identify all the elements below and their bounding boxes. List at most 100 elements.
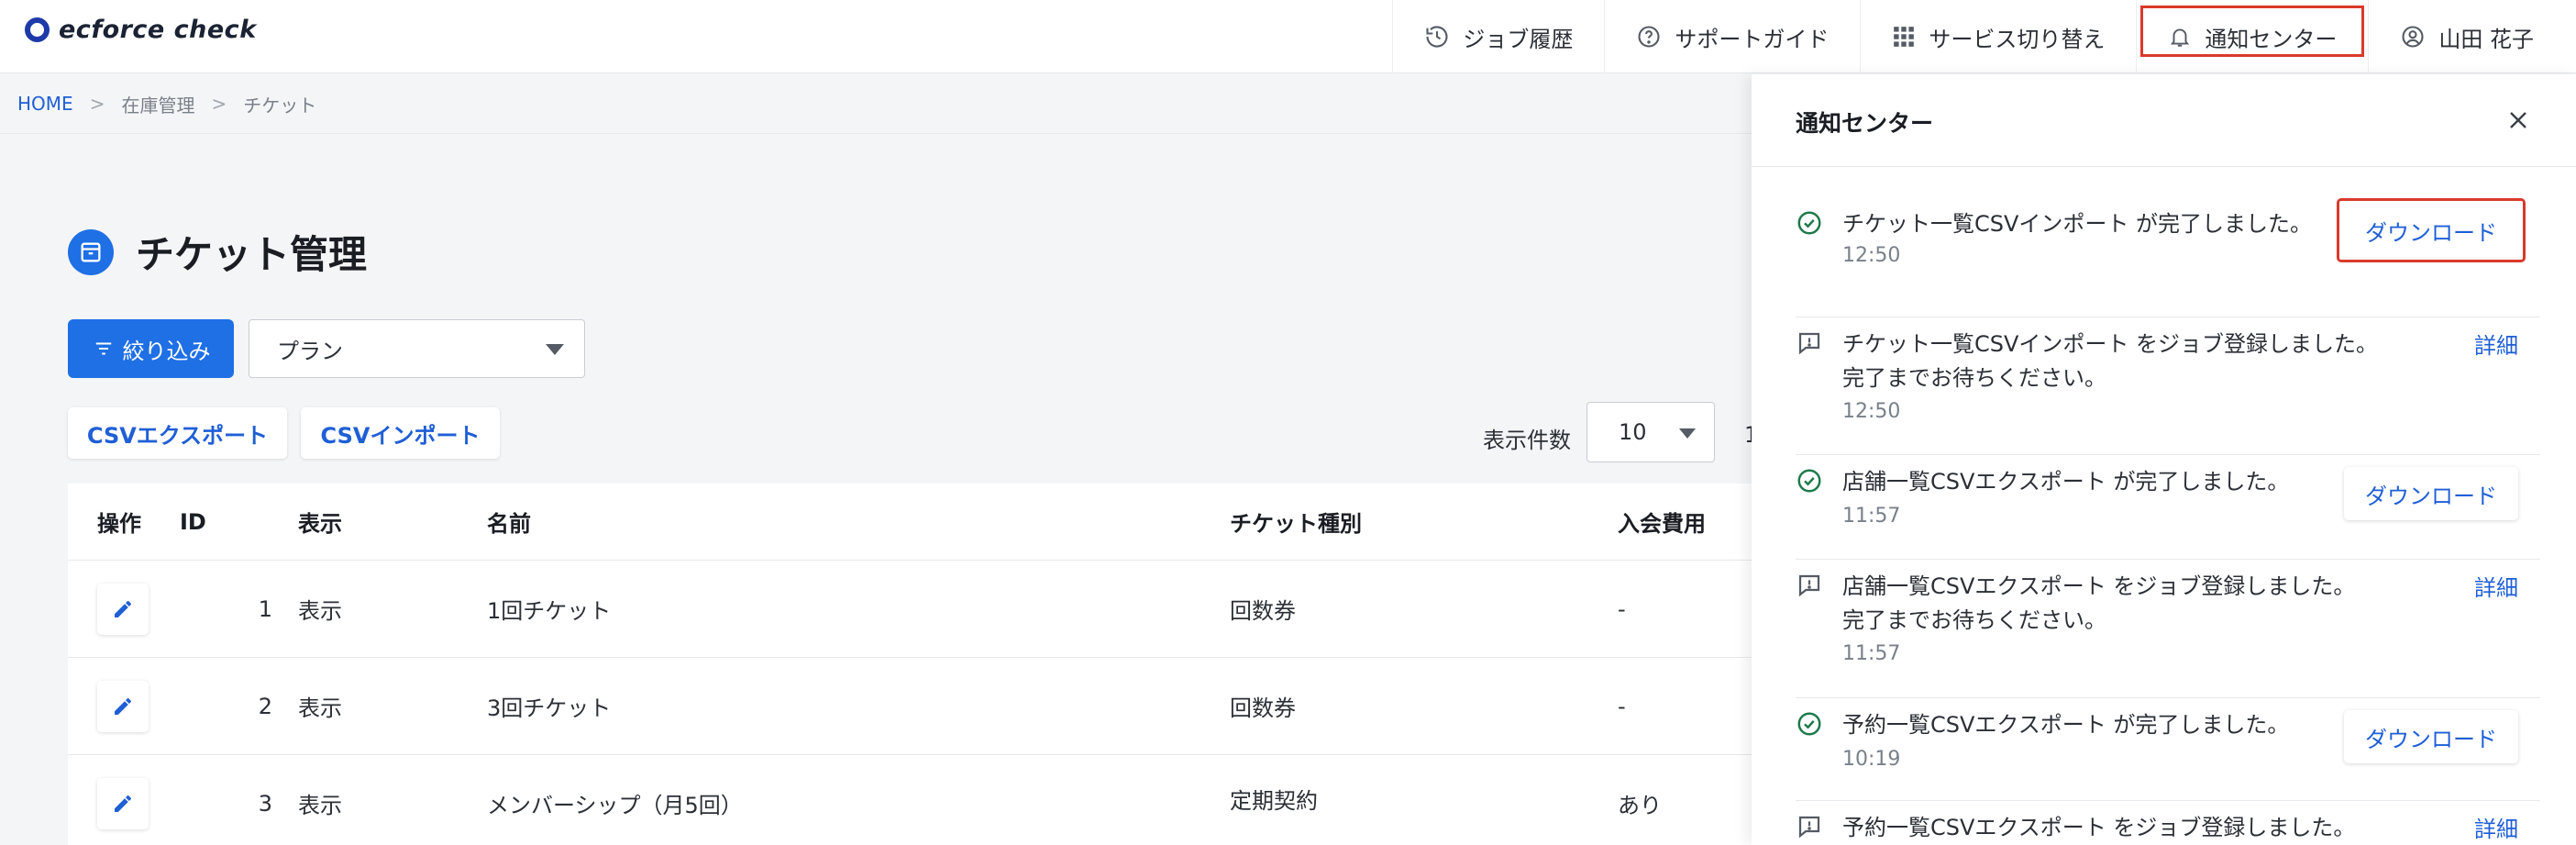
edit-button[interactable] <box>97 583 149 635</box>
check-circle-icon <box>1797 469 1821 493</box>
cell-name: 1回チケット <box>487 598 612 624</box>
chevron-right-icon: > <box>89 93 105 115</box>
notification-time: 12:50 <box>1842 244 1901 267</box>
col-header-display[interactable]: 表示 <box>298 506 487 538</box>
cell-id: 1 <box>258 595 272 622</box>
notification-panel-header: 通知センター <box>1752 74 2576 167</box>
nav-user-menu[interactable]: 山田 花子 <box>2368 0 2576 73</box>
chevron-right-icon: > <box>211 93 227 115</box>
notification-panel: 通知センター チケット一覧CSVインポート が完了しました。 12:50 ダウン… <box>1752 74 2576 845</box>
caret-down-icon <box>546 344 564 355</box>
header-nav: ジョブ履歴 サポートガイド サービス切り替え 通知センター 山田 花子 <box>1392 0 2576 73</box>
message-alert-icon <box>1798 816 1820 839</box>
col-header-ticket-type[interactable]: チケット種別 <box>1230 506 1618 538</box>
nav-notification-center[interactable]: 通知センター <box>2136 0 2368 73</box>
message-alert-icon <box>1798 574 1820 597</box>
logo-ring-icon <box>25 17 50 42</box>
notification-message: 予約一覧CSVエクスポート をジョブ登録しました。 <box>1842 815 2356 840</box>
filter-icon <box>95 342 111 355</box>
detail-link[interactable]: 詳細 <box>2474 811 2518 843</box>
cell-admission-fee: あり <box>1618 793 1662 818</box>
notification-item: チケット一覧CSVインポート が完了しました。 12:50 ダウンロード <box>1796 198 2540 317</box>
nav-service-switch[interactable]: サービス切り替え <box>1860 0 2136 73</box>
notification-item: 予約一覧CSVエクスポート をジョブ登録しました。 詳細 <box>1796 802 2540 845</box>
nav-label: 通知センター <box>2205 26 2338 52</box>
close-icon[interactable] <box>2504 106 2533 135</box>
pagesize-label: 表示件数 <box>1483 428 1571 453</box>
row-actions <box>68 583 171 635</box>
pencil-icon <box>115 600 131 617</box>
caret-down-icon <box>1679 428 1696 439</box>
col-header-id[interactable]: ID <box>171 509 298 535</box>
detail-link[interactable]: 詳細 <box>2474 328 2518 360</box>
notification-item: 予約一覧CSVエクスポート が完了しました。 10:19 ダウンロード <box>1796 699 2540 801</box>
nav-label: サービス切り替え <box>1929 26 2106 52</box>
cell-name: メンバーシップ（月5回） <box>487 793 743 818</box>
notification-time: 11:57 <box>1842 642 1901 665</box>
cell-admission-fee: - <box>1618 595 1626 622</box>
nav-label: サポートガイド <box>1675 26 1830 52</box>
csv-import-button[interactable]: CSVインポート <box>301 407 500 459</box>
detail-link[interactable]: 詳細 <box>2474 570 2518 602</box>
cell-id: 3 <box>258 790 272 817</box>
row-actions <box>68 777 171 829</box>
notification-time: 10:19 <box>1842 748 1901 771</box>
download-button[interactable]: ダウンロード <box>2344 467 2518 520</box>
notification-message-sub: 完了までお待ちください。 <box>1842 607 2106 633</box>
col-header-name[interactable]: 名前 <box>487 506 1230 538</box>
archive-icon <box>68 228 114 275</box>
col-header-actions: 操作 <box>97 511 141 537</box>
notification-message-sub: 完了までお待ちください。 <box>1842 365 2106 391</box>
cell-ticket-type: 回数券 <box>1230 598 1296 624</box>
cell-name: 3回チケット <box>487 695 612 721</box>
cell-id: 2 <box>258 693 272 719</box>
cell-ticket-type: 定期契約 <box>1230 788 1318 814</box>
csv-export-button[interactable]: CSVエクスポート <box>68 407 287 459</box>
cell-display: 表示 <box>298 598 342 624</box>
pagesize-value: 10 <box>1619 419 1647 445</box>
nav-label: 山田 花子 <box>2438 26 2534 52</box>
pencil-icon <box>115 795 131 812</box>
download-button[interactable]: ダウンロード <box>2344 710 2518 763</box>
cell-ticket-type: 回数券 <box>1230 695 1296 721</box>
nav-job-history[interactable]: ジョブ履歴 <box>1393 0 1604 73</box>
message-alert-icon <box>1798 332 1820 355</box>
pencil-icon <box>115 697 131 715</box>
notification-message: 予約一覧CSVエクスポート が完了しました。 <box>1842 712 2290 738</box>
notification-time: 11:57 <box>1842 505 1901 528</box>
notification-message: チケット一覧CSVインポート をジョブ登録しました。 <box>1842 331 2379 357</box>
notification-message: 店舗一覧CSVエクスポート をジョブ登録しました。 <box>1842 573 2356 599</box>
check-circle-icon <box>1797 712 1821 736</box>
main-content: チケット管理 絞り込み プラン CSVエクスポート CSVインポート 表示件数 … <box>0 134 1758 845</box>
edit-button[interactable] <box>97 777 149 829</box>
pagesize-select[interactable]: 10 <box>1587 402 1715 462</box>
cell-display: 表示 <box>298 793 342 818</box>
user-circle-icon <box>2402 26 2424 48</box>
col-header-admission-fee[interactable]: 入会費用 <box>1618 506 1752 538</box>
notification-time: 12:50 <box>1842 400 1901 423</box>
logo[interactable]: ecforce check <box>25 13 257 46</box>
notification-message: 店舗一覧CSVエクスポート が完了しました。 <box>1842 469 2290 495</box>
table-header: 操作 ID 表示 名前 チケット種別 入会費用 <box>68 484 1752 561</box>
breadcrumb-home[interactable]: HOME <box>17 93 73 115</box>
history-icon <box>1426 26 1448 48</box>
breadcrumb-inventory[interactable]: 在庫管理 <box>121 91 194 117</box>
table-row: 3 表示 メンバーシップ（月5回） 定期契約 あり <box>68 755 1752 845</box>
row-actions <box>68 680 171 732</box>
grid-icon <box>1894 27 1915 47</box>
download-button[interactable]: ダウンロード <box>2337 198 2526 262</box>
notification-item: チケット一覧CSVインポート をジョブ登録しました。 完了までお待ちください。 … <box>1796 318 2540 455</box>
logo-text: ecforce check <box>59 15 257 44</box>
notification-message: チケット一覧CSVインポート が完了しました。 <box>1842 211 2313 237</box>
plan-select[interactable]: プラン <box>249 319 585 378</box>
filter-button[interactable]: 絞り込み <box>68 319 234 378</box>
bell-icon <box>2171 28 2190 47</box>
help-circle-icon <box>1638 26 1660 48</box>
nav-support-guide[interactable]: サポートガイド <box>1604 0 1860 73</box>
page-title: チケット管理 <box>136 232 368 277</box>
cell-admission-fee: - <box>1618 693 1626 719</box>
edit-button[interactable] <box>97 680 149 732</box>
breadcrumb-current: チケット <box>243 94 317 117</box>
plan-select-value: プラン <box>277 338 343 364</box>
notification-item: 店舗一覧CSVエクスポート が完了しました。 11:57 ダウンロード <box>1796 456 2540 560</box>
